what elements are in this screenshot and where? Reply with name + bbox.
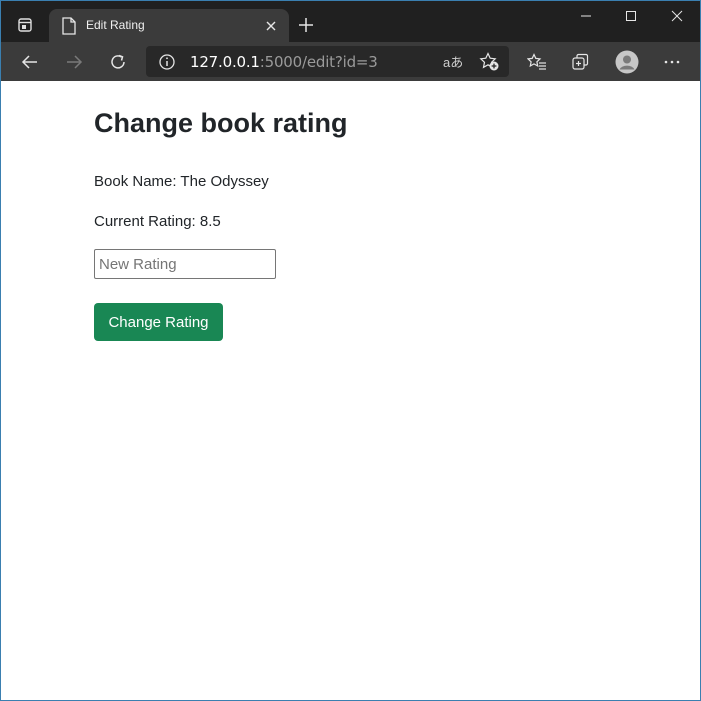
new-rating-input[interactable] xyxy=(94,249,276,279)
url-text[interactable]: 127.0.0.1:5000/edit?id=3 xyxy=(190,53,378,71)
minimize-icon xyxy=(581,15,591,17)
tab-close-icon[interactable] xyxy=(263,18,279,34)
close-window-button[interactable] xyxy=(654,1,700,31)
maximize-button[interactable] xyxy=(608,1,654,31)
browser-window: Edit Rating 127.0.0.1:5000/edit?id=3 aあ … xyxy=(0,0,701,701)
favorites-button[interactable] xyxy=(522,47,552,77)
collections-button[interactable] xyxy=(566,47,596,77)
add-favorite-icon[interactable] xyxy=(479,52,501,72)
avatar xyxy=(615,50,639,74)
refresh-button[interactable] xyxy=(103,47,133,77)
arrow-left-icon xyxy=(21,55,37,69)
minimize-button[interactable] xyxy=(563,1,609,31)
page-title: Change book rating xyxy=(94,108,348,138)
new-tab-icon[interactable] xyxy=(297,16,315,34)
refresh-icon xyxy=(111,54,125,69)
browser-toolbar: 127.0.0.1:5000/edit?id=3 aあ xyxy=(1,42,700,81)
back-button[interactable] xyxy=(15,47,45,77)
forward-button[interactable] xyxy=(59,47,89,77)
arrow-right-icon xyxy=(67,55,83,69)
book-name-text: Book Name: The Odyssey xyxy=(94,173,269,190)
more-icon xyxy=(664,60,680,64)
tab-title: Edit Rating xyxy=(86,18,145,32)
read-aloud-icon[interactable]: aあ xyxy=(443,52,465,72)
url-path: :5000/edit?id=3 xyxy=(259,53,378,71)
page-viewport: Change book rating Book Name: The Odysse… xyxy=(1,81,700,700)
url-host: 127.0.0.1 xyxy=(190,53,260,71)
favorites-icon xyxy=(527,53,546,70)
page-icon xyxy=(62,17,76,35)
tab-actions-button[interactable] xyxy=(9,9,41,41)
address-bar[interactable]: 127.0.0.1:5000/edit?id=3 aあ xyxy=(146,46,509,77)
collections-icon xyxy=(572,53,589,70)
maximize-icon xyxy=(626,11,636,21)
settings-menu-button[interactable] xyxy=(657,47,687,77)
change-rating-button[interactable]: Change Rating xyxy=(94,303,223,341)
tab-strip: Edit Rating xyxy=(1,1,700,42)
tab-edit-rating[interactable]: Edit Rating xyxy=(49,9,289,42)
current-rating-text: Current Rating: 8.5 xyxy=(94,213,221,230)
close-icon xyxy=(671,10,683,22)
info-icon[interactable] xyxy=(158,53,176,71)
tab-actions-icon xyxy=(18,18,32,32)
profile-button[interactable] xyxy=(612,47,642,77)
